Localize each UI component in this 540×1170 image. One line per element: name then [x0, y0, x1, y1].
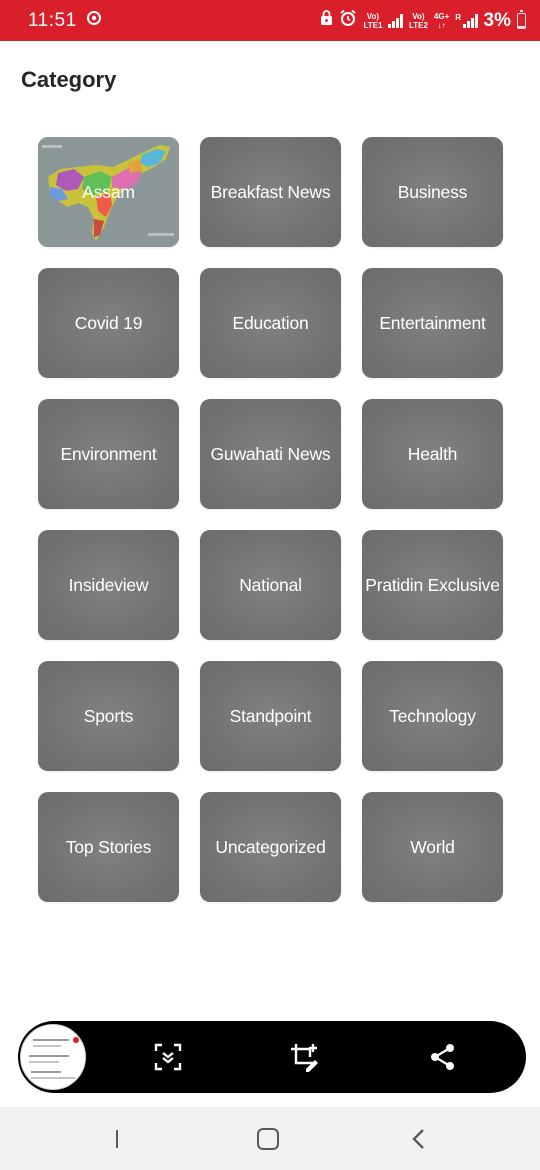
category-tile-world[interactable]: World: [362, 792, 503, 902]
battery-percent: 3%: [483, 9, 511, 31]
sim1-label: Vo) LTE1: [363, 12, 382, 30]
category-tile-environment[interactable]: Environment: [38, 399, 179, 509]
category-tile-breakfast-news[interactable]: Breakfast News: [200, 137, 341, 247]
category-label: Pratidin Exclusive: [365, 574, 500, 595]
data-activity-icon: ↓↑: [437, 20, 446, 30]
category-tile-national[interactable]: National: [200, 530, 341, 640]
category-tile-pratidin-exclusive[interactable]: Pratidin Exclusive: [362, 530, 503, 640]
screenshot-toolbar: [18, 1021, 526, 1093]
sim2-lte-text: LTE2: [408, 20, 428, 30]
category-label: Guwahati News: [210, 443, 331, 464]
category-tile-business[interactable]: Business: [362, 137, 503, 247]
category-label: National: [239, 574, 302, 595]
crop-edit-button[interactable]: [288, 1041, 320, 1073]
category-label: Top Stories: [65, 836, 152, 857]
category-label: World: [410, 836, 455, 857]
category-tile-assam[interactable]: Assam: [38, 137, 179, 247]
home-icon: [257, 1128, 279, 1150]
battery-icon: [517, 9, 526, 29]
category-tile-standpoint[interactable]: Standpoint: [200, 661, 341, 771]
category-tile-covid-19[interactable]: Covid 19: [38, 268, 179, 378]
category-tile-guwahati-news[interactable]: Guwahati News: [200, 399, 341, 509]
category-label: Business: [397, 181, 468, 202]
category-label: Assam: [82, 181, 135, 202]
navigation-bar: [0, 1107, 540, 1170]
sync-icon: [86, 10, 102, 31]
category-grid: Assam Breakfast News Business Covid 19 E…: [38, 137, 503, 902]
category-label: Education: [232, 312, 309, 333]
category-tile-uncategorized[interactable]: Uncategorized: [200, 792, 341, 902]
share-button[interactable]: [427, 1041, 459, 1073]
recent-apps-button[interactable]: [101, 1123, 133, 1155]
sim2-volte-text: Vo): [412, 11, 425, 21]
category-label: Covid 19: [74, 312, 143, 333]
scroll-capture-icon: [154, 1043, 182, 1071]
roaming-label: R: [455, 13, 462, 22]
category-tile-sports[interactable]: Sports: [38, 661, 179, 771]
category-tile-technology[interactable]: Technology: [362, 661, 503, 771]
category-label: Uncategorized: [215, 836, 326, 857]
network-type-label: 4G+ ↓↑: [434, 12, 449, 30]
category-tile-education[interactable]: Education: [200, 268, 341, 378]
network-type-text: 4G+: [433, 11, 450, 21]
category-label: Technology: [389, 705, 476, 726]
sim2-signal-icon: [463, 13, 478, 28]
status-time: 11:51: [28, 9, 77, 31]
status-bar: 11:51 Vo) LTE1 Vo) LTE2 4G+ ↓↑ R 3%: [0, 0, 540, 41]
category-label: Breakfast News: [210, 181, 331, 202]
screenshot-thumbnail[interactable]: [20, 1024, 86, 1090]
recent-apps-icon: [115, 1130, 119, 1148]
category-label: Environment: [60, 443, 157, 464]
back-button[interactable]: [403, 1123, 435, 1155]
share-icon: [431, 1044, 454, 1070]
category-label: Standpoint: [229, 705, 312, 726]
alarm-icon: [339, 9, 357, 32]
home-button[interactable]: [252, 1123, 284, 1155]
sim1-signal-icon: [388, 13, 403, 28]
category-tile-top-stories[interactable]: Top Stories: [38, 792, 179, 902]
category-label: Insideview: [68, 574, 149, 595]
category-label: Health: [407, 443, 458, 464]
category-label: Sports: [83, 705, 134, 726]
sim1-lte-text: LTE1: [363, 20, 383, 30]
category-tile-entertainment[interactable]: Entertainment: [362, 268, 503, 378]
lock-icon: [320, 10, 333, 31]
scroll-capture-button[interactable]: [152, 1041, 184, 1073]
sim1-volte-text: Vo): [366, 11, 380, 21]
crop-edit-icon: [291, 1044, 318, 1072]
category-tile-insideview[interactable]: Insideview: [38, 530, 179, 640]
category-tile-health[interactable]: Health: [362, 399, 503, 509]
page-title: Category: [21, 67, 117, 92]
sim2-label: Vo) LTE2: [409, 12, 428, 30]
back-icon: [412, 1129, 424, 1149]
category-label: Entertainment: [379, 312, 486, 333]
